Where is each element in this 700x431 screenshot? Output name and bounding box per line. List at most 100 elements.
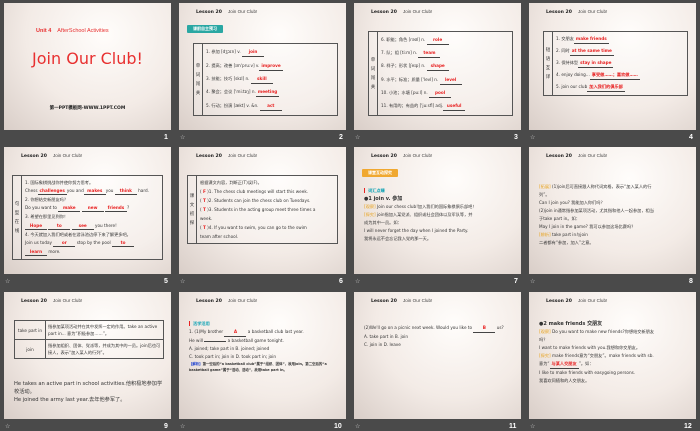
text: a basketball club last year. bbox=[246, 329, 304, 334]
animation-icon[interactable]: ☆ bbox=[5, 423, 10, 430]
box-lines: 1. 参加 [dʒɔɪn] v. join 2. 提高；改善 [ɪm'pruːv]… bbox=[203, 44, 337, 115]
text-line: C. took part in; join in D. took part in… bbox=[189, 353, 340, 361]
answer-blank: 享受做……；喜欢做…… bbox=[589, 71, 640, 80]
lesson-title: Join Our Club! bbox=[402, 298, 433, 303]
answer-blank: join bbox=[242, 48, 265, 58]
slide-thumbnail-12[interactable]: Lesson 20 Join Our Club! ●2 make friends 交… bbox=[529, 292, 696, 419]
slide-number: 7 bbox=[514, 278, 518, 285]
slide-thumbnail-4[interactable]: Lesson 20 Join Our Club! 短语互译 1. 交朋友 make fr… bbox=[529, 3, 696, 130]
answer-blank: meeting bbox=[255, 88, 280, 98]
text-line: He will a basketball game tonight. bbox=[189, 337, 340, 345]
text: A. take part in B. join bbox=[364, 334, 408, 339]
answer-blank: B bbox=[473, 324, 496, 333]
animation-icon[interactable]: ☆ bbox=[180, 134, 185, 141]
text-line: (2)join in通常指参加某项活动，尤其指和他人一起参加，相当 bbox=[539, 207, 690, 215]
animation-icon[interactable]: ☆ bbox=[5, 278, 10, 285]
text-line: 3. 保持体型 stay in shape bbox=[556, 59, 684, 68]
animation-icon[interactable]: ☆ bbox=[530, 278, 535, 285]
lesson-number: Lesson 20 bbox=[196, 299, 222, 304]
text: Do you want to bbox=[25, 205, 59, 211]
slide-thumbnail-9[interactable]: Lesson 20 Join Our Club! take part in 指参加某项… bbox=[4, 292, 171, 419]
answer-blank: learn bbox=[25, 248, 47, 257]
slide-thumbnail-6[interactable]: Lesson 20 Join Our Club! 课文初探根据课文内容，判断正(T)… bbox=[179, 147, 346, 274]
text-line: 5. 行动；扮演 [ækt] v. &n. act bbox=[206, 102, 334, 111]
slide-thumbnail-3[interactable]: Lesson 20 Join Our Club! 单词闯关 6. 职能；角色 [rəʊ… bbox=[354, 3, 521, 130]
text: ? bbox=[126, 205, 130, 211]
text: 我将永远不会忘记我入党的那一天。 bbox=[364, 236, 432, 241]
slide-thumbnail-10[interactable]: Lesson 20 Join Our Club! 活学活用 1. (1)My brot… bbox=[179, 292, 346, 419]
text-line: He takes an active part in school activi… bbox=[14, 380, 165, 396]
point-heading: ●1 join v. 参加 bbox=[364, 196, 403, 202]
text-line: 9. 水平；标准；质量 ['levl] n. level bbox=[381, 76, 509, 85]
text-line: 4. enjoy doing... 享受做……；喜欢做…… bbox=[556, 71, 684, 80]
text: 11. 有用的；有益的 ['juːsfl] adj. bbox=[381, 102, 444, 108]
example-sentences: He takes an active part in school activi… bbox=[14, 380, 165, 404]
slide-thumbnail-8[interactable]: Lesson 20 Join Our Club! [拓展] (1)join后可直接跟… bbox=[529, 147, 696, 274]
site-watermark: 第一PPT模板网-WWW.1PPT.COM bbox=[49, 106, 126, 111]
text-line: 意为“ 与某人交朋友 ”。如： bbox=[539, 360, 690, 369]
text-line: 2. 你想结交新朋友吗？ bbox=[25, 196, 159, 203]
text: I like to make friends with easygoing pe… bbox=[539, 370, 636, 375]
answer-blank: see bbox=[71, 222, 94, 230]
text-line: 8. 样子；形状 [ʃeɪp] n. shape bbox=[381, 62, 509, 72]
table-row: take part in 指参加某项活动并在其中发挥一定的作用。take an a… bbox=[14, 320, 164, 340]
slide-body: 词汇点睛 ●1 join v. 参加 [观察] Join our chess clu… bbox=[364, 187, 515, 243]
answer-blank: to bbox=[112, 239, 135, 248]
side-char: 语 bbox=[545, 56, 551, 62]
text: Do you want to make new friends?你想结交新朋友 bbox=[550, 329, 655, 334]
box-lines: 根据课文内容，判断正(T)误(F)。 ( F )1. The chess club… bbox=[197, 176, 337, 243]
side-char: 闯 bbox=[195, 81, 201, 87]
text: (1)join后可直接跟人称代词宾格，表示“加入某人的行 bbox=[550, 184, 652, 189]
exercise-box: 单词闯关 1. 参加 [dʒɔɪn] v. join 2. 提高；改善 [ɪm'pr… bbox=[193, 43, 338, 116]
animation-icon[interactable]: ☆ bbox=[355, 423, 360, 430]
section-tag: [拓展] bbox=[539, 184, 551, 189]
section-tag: [观察] bbox=[539, 329, 551, 334]
answer-blank: Hope bbox=[25, 222, 47, 230]
text: 4. enjoy doing... bbox=[556, 71, 590, 77]
unit-heading: Unit 4 AfterSchool Activities bbox=[36, 28, 109, 34]
section-title: 活学活用 bbox=[189, 321, 210, 326]
side-char: 句 bbox=[14, 201, 20, 207]
slide-thumbnail-7[interactable]: Lesson 20 Join Our Club! 课堂互动探究 词汇点睛 ●1 join… bbox=[354, 147, 521, 274]
text-line: I like to make friends with easygoing pe… bbox=[539, 369, 690, 377]
slide-thumbnail-5[interactable]: Lesson 20 Join Our Club! 句型在线 1. 国际象棋挑战你并使你… bbox=[4, 147, 171, 274]
text: I want to make friends with you.我想和你交朋友。 bbox=[539, 345, 641, 350]
answer-blank: think bbox=[114, 187, 137, 195]
side-char: 短 bbox=[545, 47, 551, 53]
text-line: 我喜欢同随和的人交朋友。 bbox=[539, 377, 690, 385]
slide-thumbnail-11[interactable]: Lesson 20 Join Our Club! (2)We'll go on a … bbox=[354, 292, 521, 419]
text: stop by the pool bbox=[75, 240, 113, 246]
answer-blank: to bbox=[48, 222, 71, 230]
animation-icon[interactable]: ☆ bbox=[355, 134, 360, 141]
animation-icon[interactable]: ☆ bbox=[180, 278, 185, 285]
text: ”。如： bbox=[578, 361, 594, 366]
slide-number: 10 bbox=[334, 423, 342, 430]
text: A. joined; take part in B. joined; joine… bbox=[189, 346, 270, 351]
text-line: I want to make friends with you.我想和你交朋友。 bbox=[539, 344, 690, 352]
section-badge: 课堂互动探究 bbox=[362, 169, 398, 177]
animation-icon[interactable]: ☆ bbox=[180, 423, 185, 430]
side-char: 单 bbox=[370, 57, 376, 63]
side-char: 词 bbox=[370, 66, 376, 72]
slide-body: [拓展] (1)join后可直接跟人称代词宾格，表示“加入某人的行 列”。 Can … bbox=[539, 183, 690, 247]
text-line: [辨析] take part in与join bbox=[539, 231, 690, 239]
text-line: 词汇点睛 bbox=[364, 187, 515, 195]
animation-icon[interactable]: ☆ bbox=[530, 423, 535, 430]
answer-blank: 与某人交朋友 bbox=[549, 360, 579, 369]
text: you bbox=[105, 187, 115, 193]
animation-icon[interactable]: ☆ bbox=[355, 278, 360, 285]
slide-number: 12 bbox=[684, 423, 692, 430]
section-badge: 课前自主预习 bbox=[187, 25, 223, 33]
answer-blank: level bbox=[439, 76, 462, 85]
exercise-box: 句型在线 1. 国际象棋挑战你并使你努力思考。 Chess challenges you… bbox=[12, 175, 163, 260]
lesson-number: Lesson 20 bbox=[21, 299, 47, 304]
slide-thumbnail-2[interactable]: Lesson 20 Join Our Club! 课前自主预习单词闯关 1. 参加 [… bbox=[179, 3, 346, 130]
animation-icon[interactable]: ☆ bbox=[530, 134, 535, 141]
lesson-title: Join Our Club! bbox=[52, 298, 83, 303]
term-cell: join bbox=[14, 339, 46, 359]
slide-thumbnail-1[interactable]: Unit 4 AfterSchool Activities Join Our Clu… bbox=[4, 3, 171, 130]
text-line: 1. 国际象棋挑战你并使你努力思考。 bbox=[25, 179, 159, 186]
explanation-cell: 指参加组织、团体、党派等，并成为其中的一员。join后也可接人，表示“加入某人的… bbox=[45, 339, 164, 359]
lesson-header: Lesson 20 Join Our Club! bbox=[371, 298, 432, 304]
box-lines: 1. 交朋友 make friends 2. 同时 at the same time 3… bbox=[553, 32, 687, 95]
